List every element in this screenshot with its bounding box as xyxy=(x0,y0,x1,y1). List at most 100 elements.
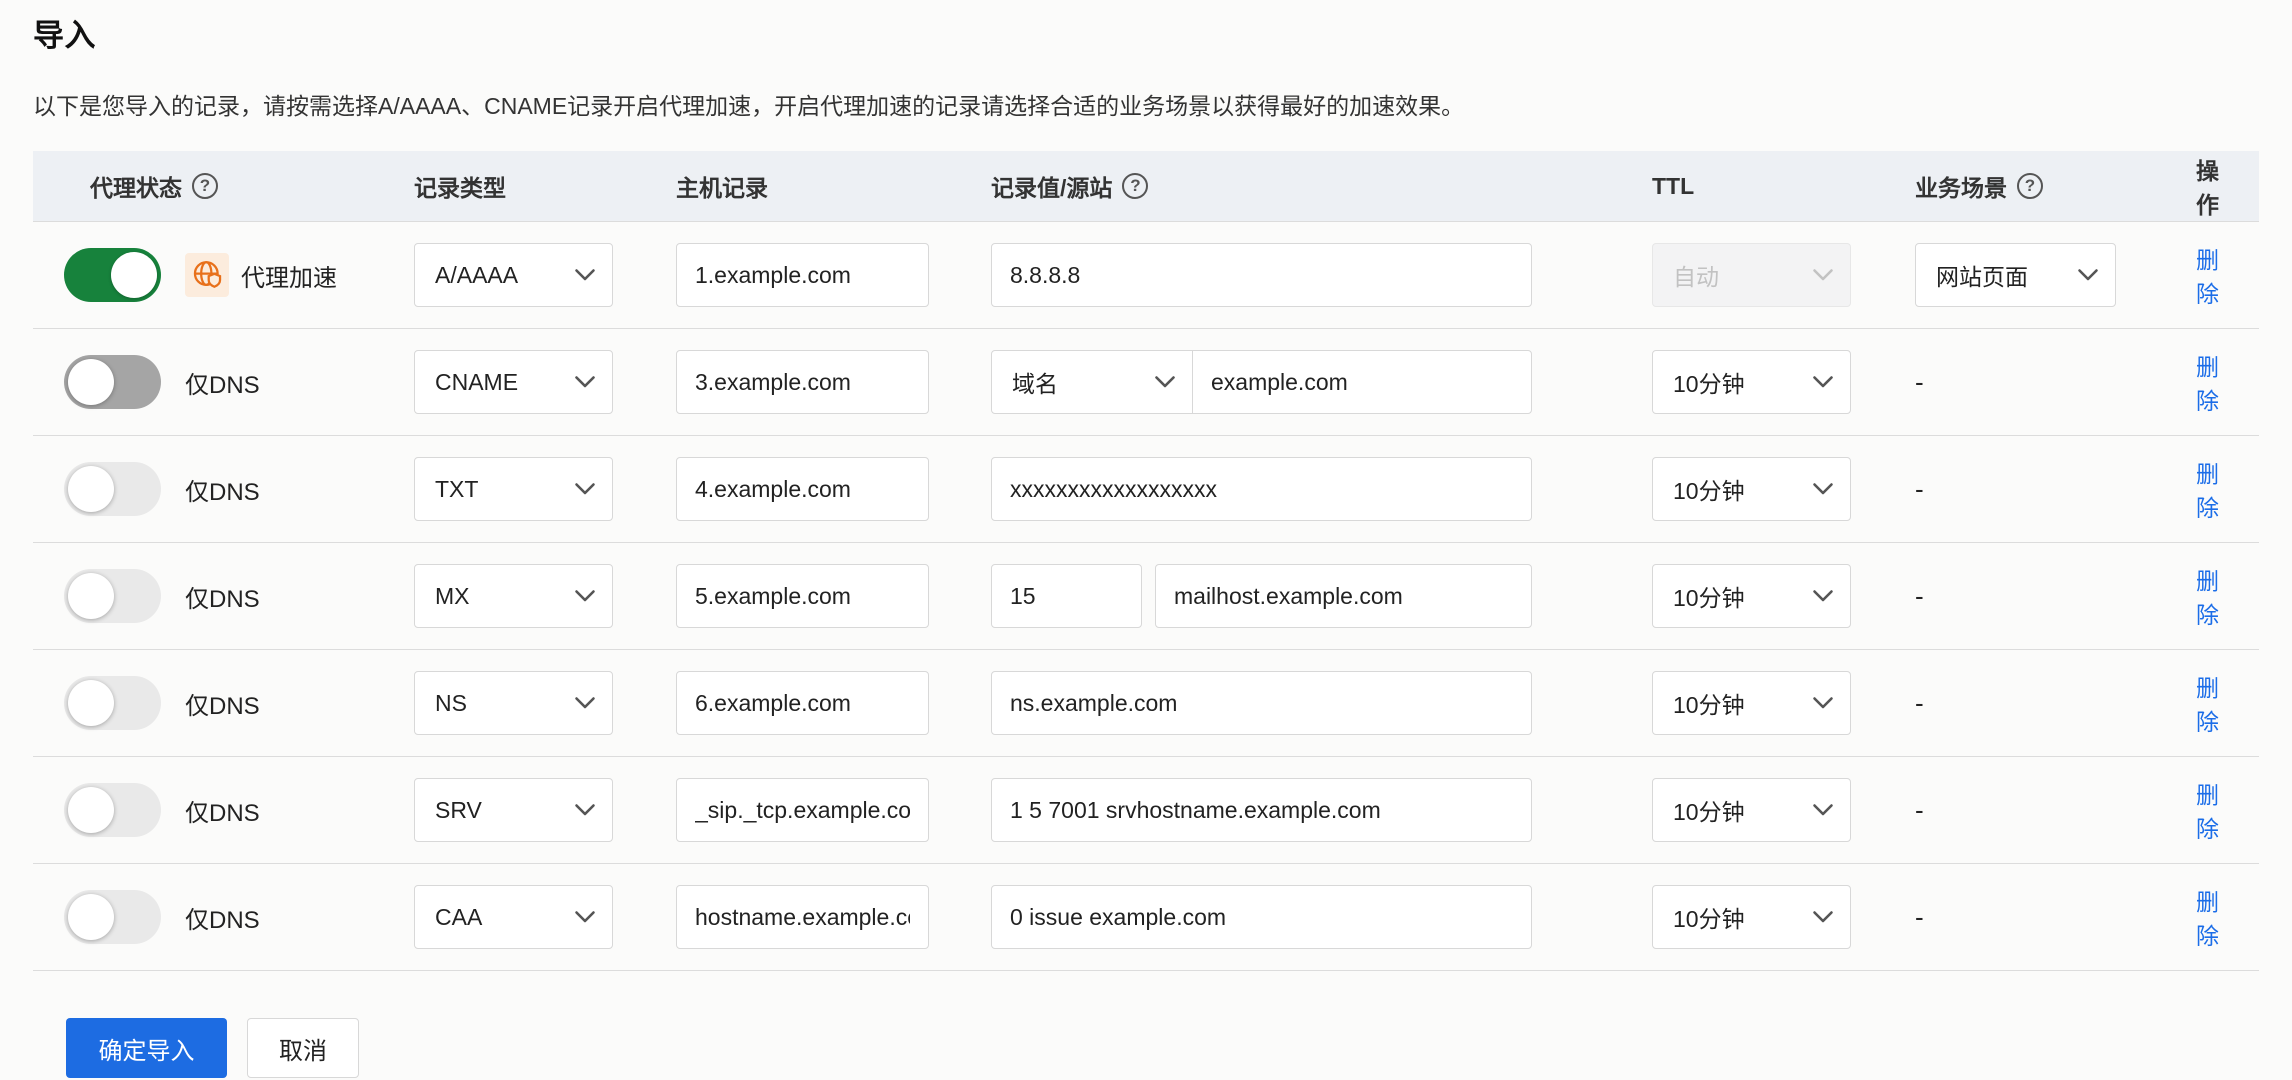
confirm-import-button[interactable]: 确定导入 xyxy=(66,1018,227,1078)
record-type-select[interactable]: CNAME xyxy=(414,350,613,414)
delete-link[interactable]: 删除 xyxy=(2196,776,2225,844)
col-header-record-value: 记录值/源站 ? xyxy=(991,169,1652,203)
record-value-cell xyxy=(991,564,1652,628)
delete-link[interactable]: 删除 xyxy=(2196,455,2225,523)
proxy-toggle[interactable] xyxy=(64,890,161,944)
host-record-input[interactable] xyxy=(676,564,929,628)
proxy-status-text: 仅DNS xyxy=(185,585,260,613)
help-icon[interactable]: ? xyxy=(192,173,218,199)
record-value-cell xyxy=(991,243,1652,307)
record-type-cell: NS xyxy=(414,671,676,735)
help-icon[interactable]: ? xyxy=(1122,173,1149,199)
scene-select[interactable]: 网站页面 xyxy=(1915,243,2116,307)
host-record-input[interactable] xyxy=(676,243,929,307)
toggle-knob xyxy=(68,680,114,726)
chevron-down-icon xyxy=(575,804,595,816)
record-value-input[interactable] xyxy=(991,778,1532,842)
toggle-knob xyxy=(68,787,114,833)
record-type-select[interactable]: MX xyxy=(414,564,613,628)
record-value-input[interactable] xyxy=(1192,350,1532,414)
record-type-select[interactable]: A/AAAA xyxy=(414,243,613,307)
ttl-select[interactable]: 10分钟 xyxy=(1652,671,1851,735)
action-cell: 删除 xyxy=(2196,562,2259,630)
business-scene-cell: - xyxy=(1915,474,2196,505)
proxy-status-cell: 仅DNS xyxy=(33,783,414,837)
proxy-toggle[interactable] xyxy=(64,248,161,302)
proxy-status-label: 仅DNS xyxy=(185,579,260,614)
chevron-down-icon xyxy=(575,269,595,281)
host-record-input[interactable] xyxy=(676,350,929,414)
proxy-status-cell: 代理加速 xyxy=(33,248,414,302)
host-record-input[interactable] xyxy=(676,885,929,949)
mx-priority-input[interactable] xyxy=(991,564,1142,628)
record-type-select-value: NS xyxy=(435,689,467,716)
proxy-status-text: 仅DNS xyxy=(185,799,260,827)
host-record-cell xyxy=(676,885,991,949)
ttl-cell: 10分钟 xyxy=(1652,457,1915,521)
chevron-down-icon xyxy=(575,697,595,709)
table-row: 仅DNS MX 10分钟 - 删除 xyxy=(33,543,2259,650)
record-type-select[interactable]: TXT xyxy=(414,457,613,521)
host-record-input[interactable] xyxy=(676,457,929,521)
table-row: 仅DNS TXT 10分钟 - 删除 xyxy=(33,436,2259,543)
record-type-cell: A/AAAA xyxy=(414,243,676,307)
host-record-cell xyxy=(676,243,991,307)
record-value-input[interactable] xyxy=(991,457,1532,521)
proxy-toggle[interactable] xyxy=(64,569,161,623)
record-type-select[interactable]: SRV xyxy=(414,778,613,842)
record-type-select-value: CAA xyxy=(435,903,483,930)
delete-link[interactable]: 删除 xyxy=(2196,348,2225,416)
host-record-cell xyxy=(676,350,991,414)
delete-link[interactable]: 删除 xyxy=(2196,562,2225,630)
ttl-select[interactable]: 10分钟 xyxy=(1652,885,1851,949)
record-type-select[interactable]: NS xyxy=(414,671,613,735)
value-type-select[interactable]: 域名 xyxy=(991,350,1193,414)
help-icon[interactable]: ? xyxy=(2017,173,2043,199)
record-type-select-value: A/AAAA xyxy=(435,261,519,288)
record-value-input[interactable] xyxy=(991,243,1532,307)
scene-placeholder: - xyxy=(1915,687,1924,718)
record-value-cell xyxy=(991,885,1652,949)
proxy-toggle[interactable] xyxy=(64,462,161,516)
proxy-toggle[interactable] xyxy=(64,783,161,837)
ttl-select-value: 自动 xyxy=(1673,264,1719,290)
record-value-input[interactable] xyxy=(991,885,1532,949)
ttl-select[interactable]: 10分钟 xyxy=(1652,778,1851,842)
cancel-button[interactable]: 取消 xyxy=(247,1018,359,1078)
host-record-cell xyxy=(676,778,991,842)
ttl-cell: 自动 xyxy=(1652,243,1915,307)
business-scene-cell: 网站页面 xyxy=(1915,243,2196,307)
host-record-input[interactable] xyxy=(676,671,929,735)
delete-link[interactable]: 删除 xyxy=(2196,669,2225,737)
chevron-down-icon xyxy=(1813,483,1833,495)
scene-placeholder: - xyxy=(1915,580,1924,611)
record-type-cell: CAA xyxy=(414,885,676,949)
scene-placeholder: - xyxy=(1915,473,1924,504)
proxy-status-text: 仅DNS xyxy=(185,692,260,720)
ttl-select[interactable]: 10分钟 xyxy=(1652,457,1851,521)
col-header-record-value-label: 记录值/源站 xyxy=(991,175,1113,201)
record-type-select-value: MX xyxy=(435,582,470,609)
ttl-select[interactable]: 10分钟 xyxy=(1652,350,1851,414)
record-type-select[interactable]: CAA xyxy=(414,885,613,949)
delete-link[interactable]: 删除 xyxy=(2196,241,2225,309)
chevron-down-icon xyxy=(575,911,595,923)
table-row: 仅DNS NS 10分钟 - 删除 xyxy=(33,650,2259,757)
delete-link[interactable]: 删除 xyxy=(2196,883,2225,951)
proxy-toggle[interactable] xyxy=(64,676,161,730)
proxy-status-text: 仅DNS xyxy=(185,478,260,506)
action-cell: 删除 xyxy=(2196,776,2259,844)
record-value-input[interactable] xyxy=(991,671,1532,735)
page-title: 导入 xyxy=(33,18,96,53)
toggle-knob xyxy=(111,252,157,298)
footer-actions: 确定导入 取消 xyxy=(66,1018,2259,1078)
proxy-toggle[interactable] xyxy=(64,355,161,409)
host-record-input[interactable] xyxy=(676,778,929,842)
table-row: 代理加速 A/AAAA 自动 网站页面 删除 xyxy=(33,222,2259,329)
ttl-cell: 10分钟 xyxy=(1652,778,1915,842)
ttl-select[interactable]: 10分钟 xyxy=(1652,564,1851,628)
record-value-input[interactable] xyxy=(1155,564,1532,628)
proxy-status-text: 仅DNS xyxy=(185,906,260,934)
chevron-down-icon xyxy=(1813,590,1833,602)
proxy-status-label: 仅DNS xyxy=(185,793,260,828)
